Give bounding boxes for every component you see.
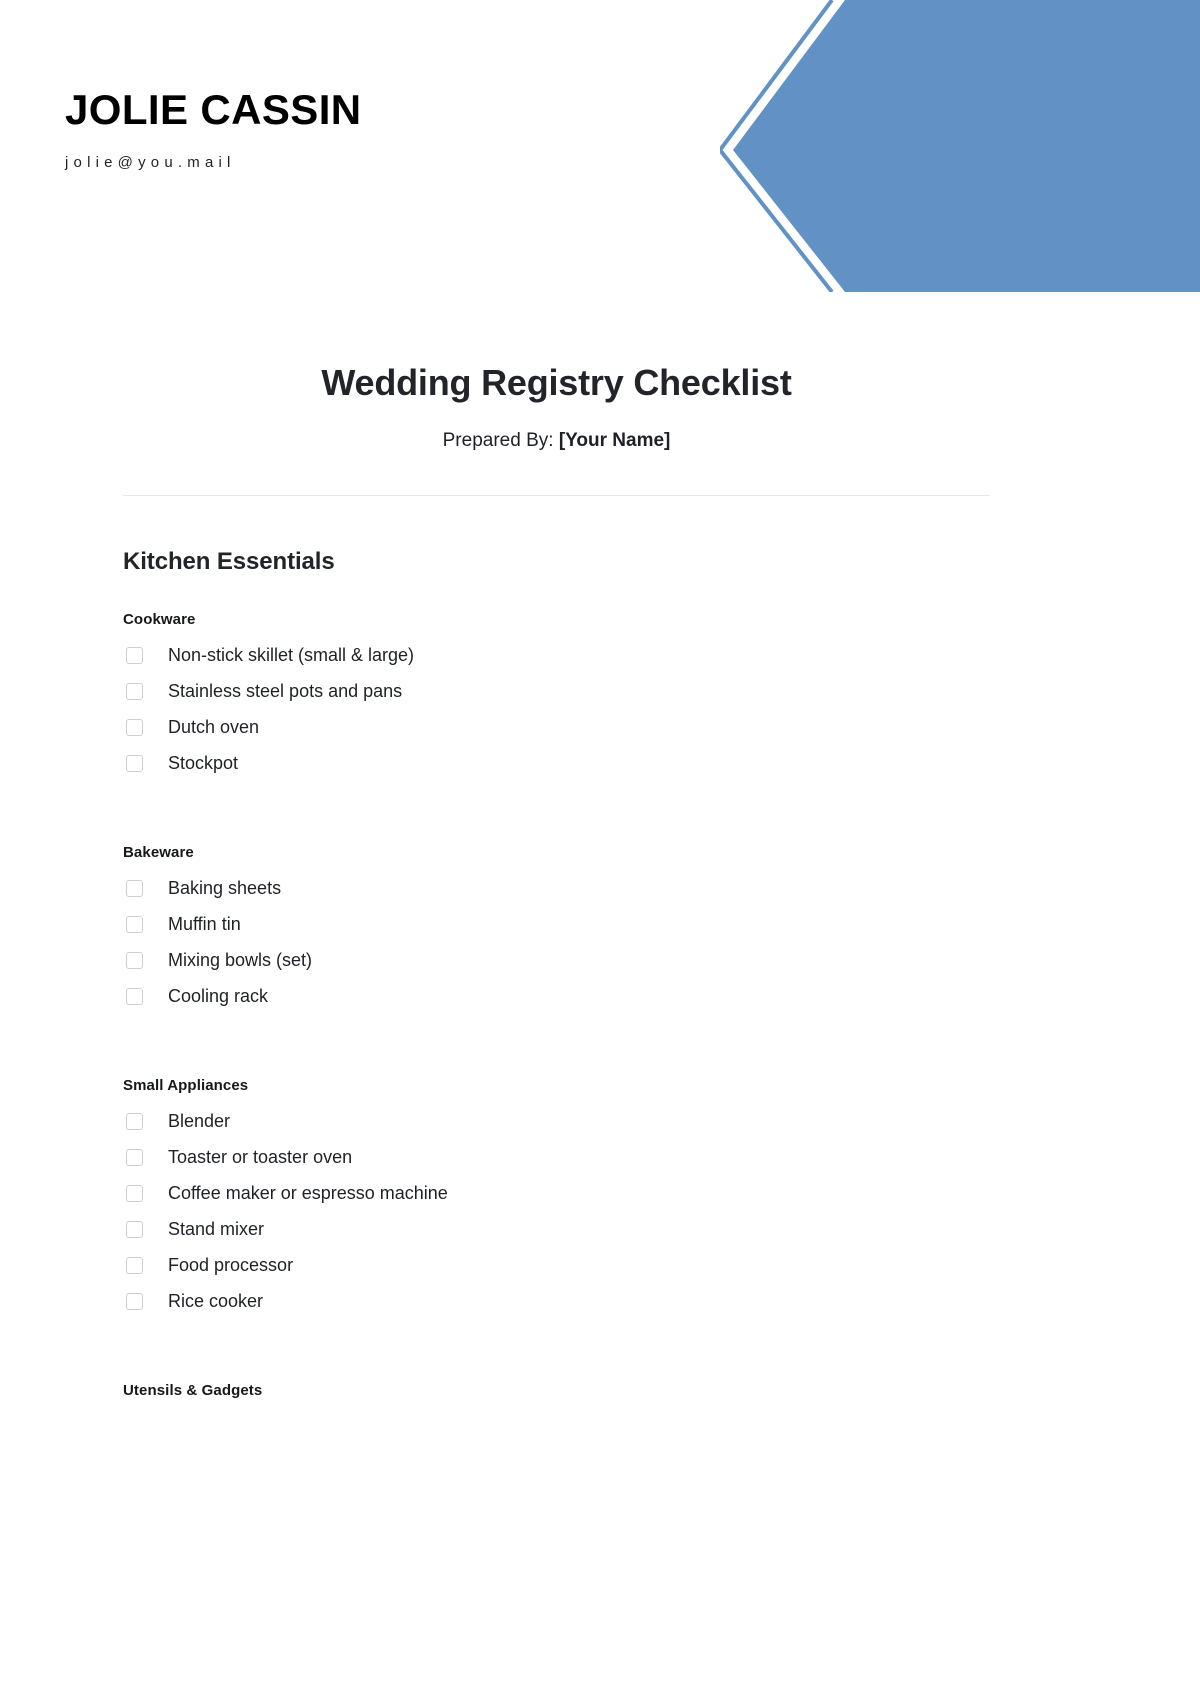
checklist-bakeware: Baking sheets Muffin tin Mixing bowls (s… — [123, 871, 990, 1015]
checkbox-icon[interactable] — [126, 647, 143, 665]
list-item-label: Food processor — [168, 1255, 294, 1276]
list-item-label: Muffin tin — [168, 914, 241, 935]
decorative-chevron-banner — [720, 0, 1200, 292]
list-item-label: Coffee maker or espresso machine — [168, 1183, 448, 1204]
list-item-label: Non-stick skillet (small & large) — [168, 645, 415, 666]
checkbox-icon[interactable] — [126, 755, 143, 773]
prepared-by-value[interactable]: [Your Name] — [559, 430, 671, 451]
list-item[interactable]: Baking sheets — [123, 871, 990, 907]
title-divider — [123, 494, 990, 496]
brand-name: JOLIE CASSIN — [65, 86, 362, 133]
page-title: Wedding Registry Checklist — [321, 362, 792, 403]
document-sheet: Wedding Registry Checklist Prepared By: … — [123, 360, 990, 1401]
group-title: Bakeware — [123, 843, 194, 861]
prepared-by-label: Prepared By: — [442, 430, 554, 451]
checkbox-icon[interactable] — [126, 1113, 143, 1131]
chevron-fill — [733, 0, 1200, 292]
checkbox-icon[interactable] — [126, 1185, 143, 1203]
checkbox-icon[interactable] — [126, 1293, 143, 1311]
checkbox-icon[interactable] — [126, 1257, 143, 1275]
checkbox-icon[interactable] — [126, 719, 143, 737]
checkbox-icon[interactable] — [126, 880, 143, 898]
list-item[interactable]: Food processor — [123, 1248, 990, 1284]
list-item[interactable]: Rice cooker — [123, 1284, 990, 1320]
list-item-label: Stainless steel pots and pans — [168, 681, 403, 702]
group-utensils-and-gadgets: Utensils & Gadgets — [123, 1380, 990, 1401]
list-item[interactable]: Stand mixer — [123, 1212, 990, 1248]
chevron-banner-icon — [720, 0, 1200, 292]
list-item[interactable]: Dutch oven — [123, 710, 990, 746]
list-item-label: Dutch oven — [168, 717, 260, 738]
list-item-label: Rice cooker — [168, 1291, 264, 1312]
list-item-label: Toaster or toaster oven — [168, 1147, 353, 1168]
chevron-outline — [720, 0, 834, 292]
list-item[interactable]: Blender — [123, 1104, 990, 1140]
section-title: Kitchen Essentials — [123, 547, 335, 575]
group-bakeware: Bakeware Baking sheets Muffin tin Mixing… — [123, 842, 990, 1015]
group-title: Cookware — [123, 610, 196, 628]
letterhead: JOLIE CASSIN jolie@you.mail — [65, 86, 685, 172]
list-item-label: Stand mixer — [168, 1219, 265, 1240]
checklist-cookware: Non-stick skillet (small & large) Stainl… — [123, 638, 990, 782]
checkbox-icon[interactable] — [126, 916, 143, 934]
group-title: Utensils & Gadgets — [123, 1381, 263, 1399]
prepared-by-line: Prepared By: [Your Name] — [123, 429, 990, 454]
list-item-label: Cooling rack — [168, 986, 269, 1007]
list-item-label: Blender — [168, 1111, 231, 1132]
list-item-label: Baking sheets — [168, 878, 282, 899]
list-item[interactable]: Coffee maker or espresso machine — [123, 1176, 990, 1212]
checkbox-icon[interactable] — [126, 988, 143, 1006]
list-item[interactable]: Stockpot — [123, 746, 990, 782]
checklist-small-appliances: Blender Toaster or toaster oven Coffee m… — [123, 1104, 990, 1320]
checkbox-icon[interactable] — [126, 683, 143, 701]
list-item[interactable]: Toaster or toaster oven — [123, 1140, 990, 1176]
checkbox-icon[interactable] — [126, 1149, 143, 1167]
contact-email: jolie@you.mail — [65, 154, 236, 172]
group-cookware: Cookware Non-stick skillet (small & larg… — [123, 609, 990, 782]
group-title: Small Appliances — [123, 1076, 249, 1094]
list-item[interactable]: Muffin tin — [123, 907, 990, 943]
list-item[interactable]: Cooling rack — [123, 979, 990, 1015]
checkbox-icon[interactable] — [126, 952, 143, 970]
list-item[interactable]: Mixing bowls (set) — [123, 943, 990, 979]
list-item-label: Stockpot — [168, 753, 239, 774]
list-item-label: Mixing bowls (set) — [168, 950, 313, 971]
group-small-appliances: Small Appliances Blender Toaster or toas… — [123, 1075, 990, 1320]
list-item[interactable]: Non-stick skillet (small & large) — [123, 638, 990, 674]
section-kitchen-essentials: Kitchen Essentials Cookware Non-stick sk… — [123, 546, 990, 1401]
checkbox-icon[interactable] — [126, 1221, 143, 1239]
list-item[interactable]: Stainless steel pots and pans — [123, 674, 990, 710]
